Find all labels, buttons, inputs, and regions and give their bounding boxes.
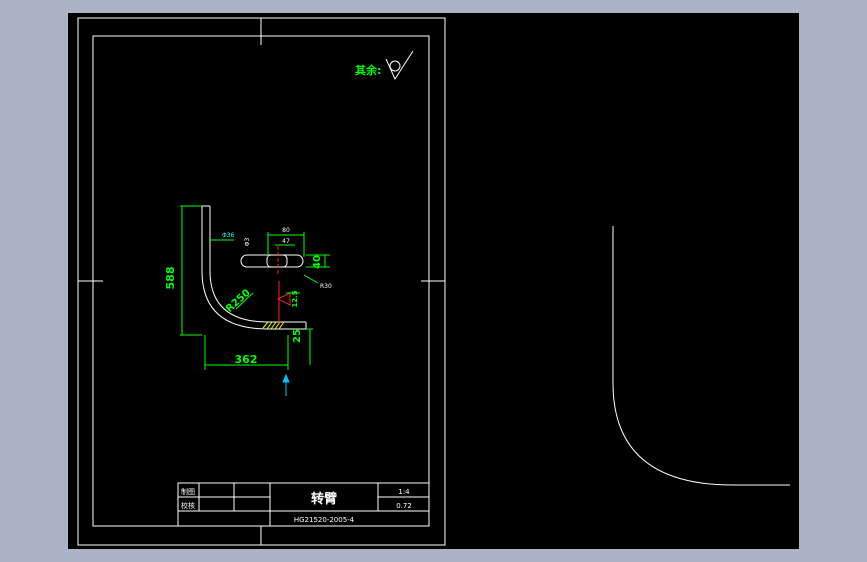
title-drawn-label: 制图	[181, 487, 195, 496]
bar-slot	[266, 254, 288, 268]
title-part-name: 转臂	[311, 491, 337, 507]
dim-height: 588	[164, 267, 177, 290]
title-weight: 0.72	[396, 502, 412, 510]
dim-bar-height: 40	[312, 255, 323, 269]
dim-width: 362	[235, 353, 258, 366]
sheet-frame	[77, 17, 446, 546]
enlarged-arm-profile	[612, 226, 790, 486]
dim-radius: R250	[224, 287, 253, 314]
title-scale: 1:4	[398, 488, 410, 496]
bar-outline	[240, 254, 304, 268]
surface-note-text: 其余:	[355, 63, 381, 77]
title-drawing-number: HG21520-2005-4	[294, 516, 355, 524]
inner-border	[92, 35, 430, 527]
dim-bottom-thickness: 25	[292, 329, 303, 343]
bar-detail	[240, 254, 304, 268]
dim-bar-radius: R30	[320, 283, 332, 290]
surface-finish-note: 其余:	[355, 50, 414, 81]
dim-bar-inner: 47	[282, 238, 290, 245]
cutting-lines	[276, 281, 291, 323]
title-checked-label: 校核	[181, 501, 195, 510]
title-block-text: 制图 校核 转臂 1:4 0.72 HG21520-2005-4	[181, 487, 412, 524]
dim-bar-length: 80	[282, 227, 290, 234]
drawing-canvas[interactable]: 其余: 588 362 R250 25 40 12.5 Φ36 80 47 Φ3…	[68, 13, 799, 549]
dim-bar-left: Φ3	[244, 238, 251, 247]
outer-border	[77, 17, 446, 546]
cad-viewport[interactable]: 其余: 588 362 R250 25 40 12.5 Φ36 80 47 Φ3…	[68, 13, 799, 549]
roughness-symbol-icon	[385, 50, 414, 81]
view-arrow-icon	[282, 373, 290, 396]
dimension-labels: 588 362 R250 25 40 12.5	[164, 255, 323, 366]
dim-pipe-diameter: Φ36	[222, 232, 235, 239]
section-hatch	[262, 321, 285, 330]
dim-roughness: 12.5	[291, 290, 299, 307]
